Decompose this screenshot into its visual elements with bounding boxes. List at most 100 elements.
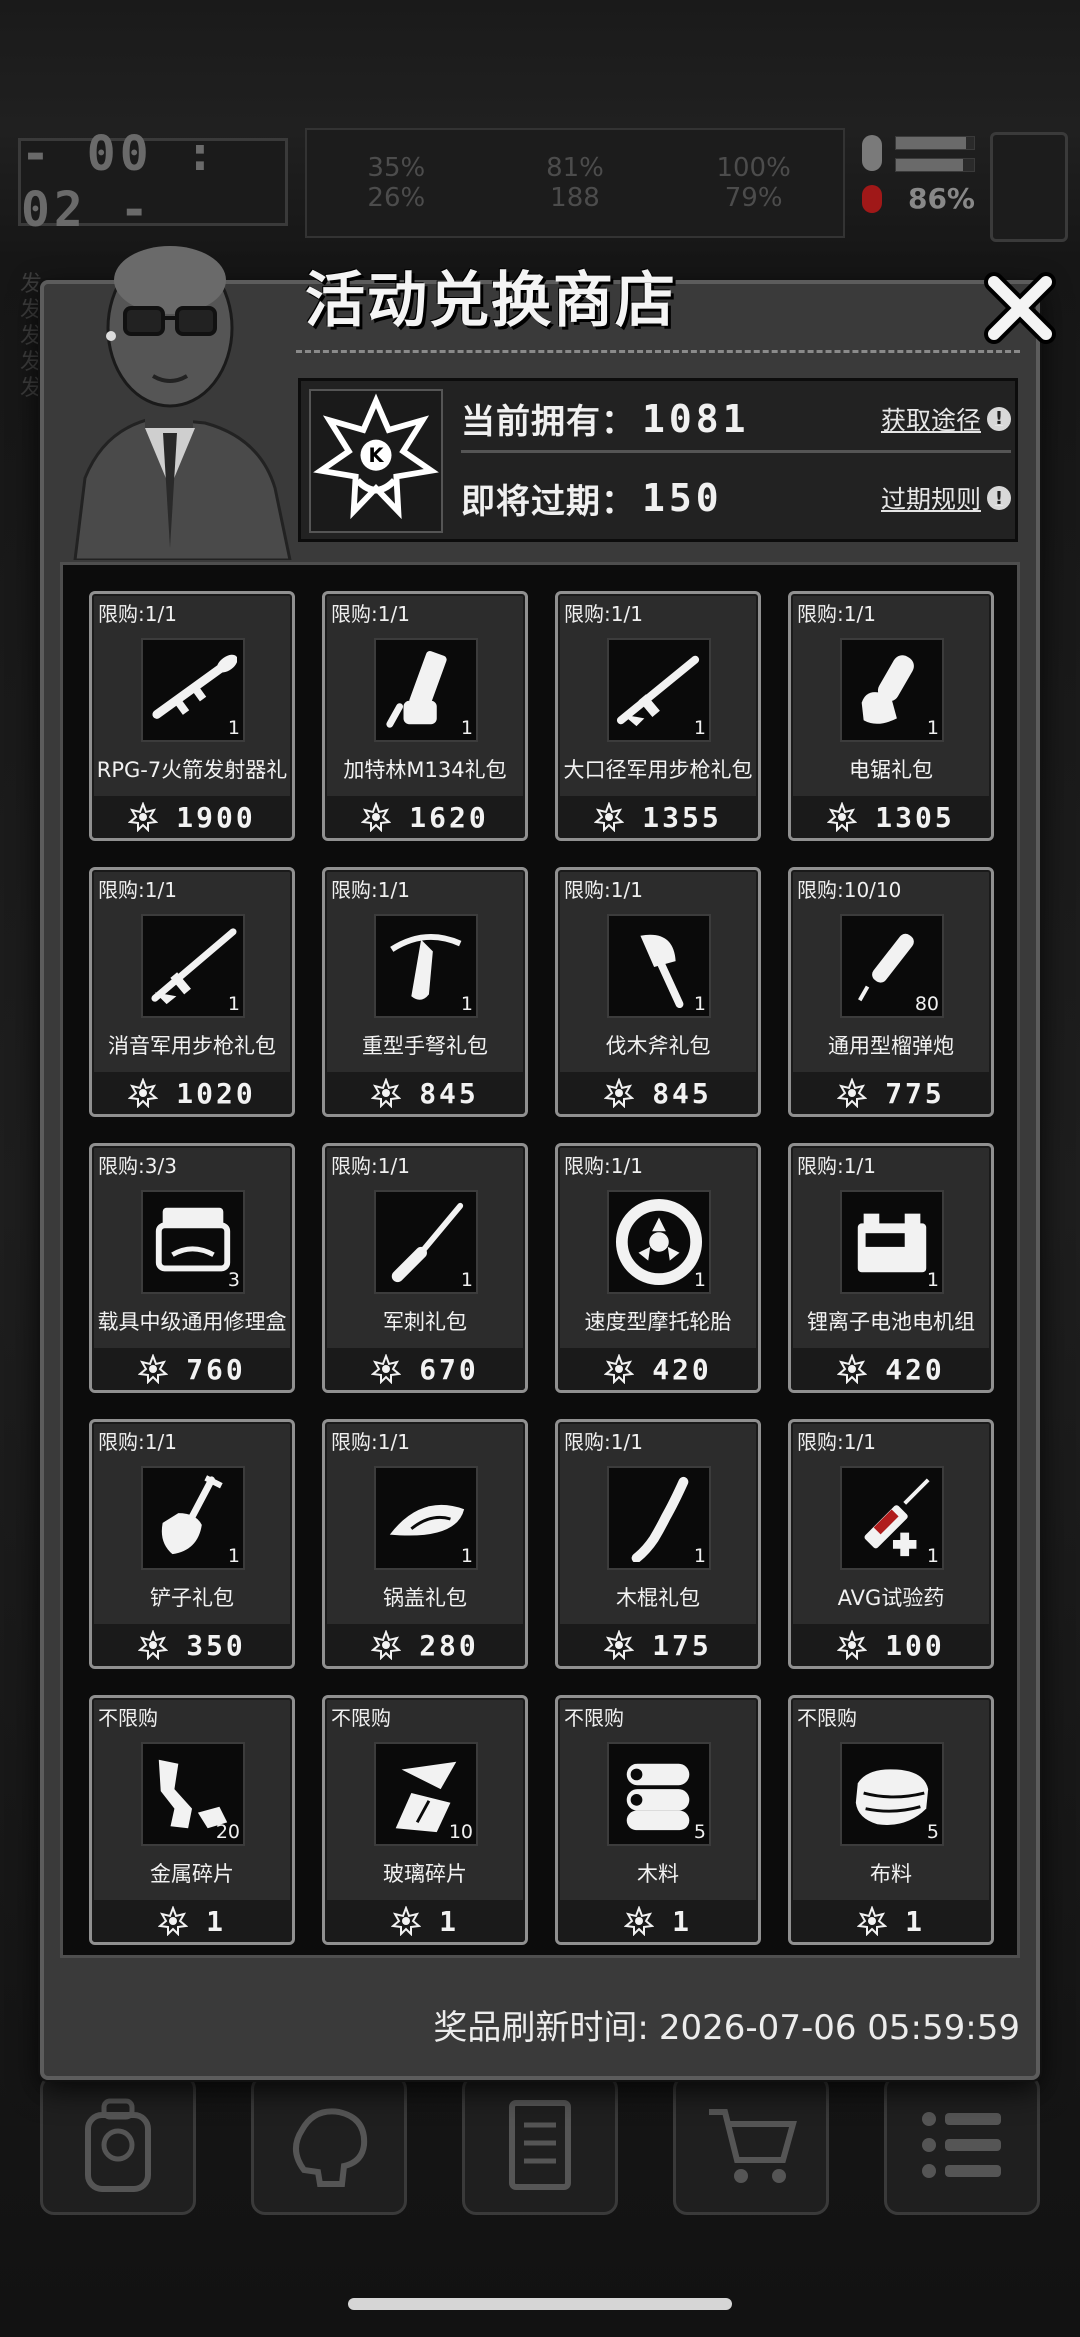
survival-stats-panel: 35% 81% 100% 26% 188 79% xyxy=(305,128,845,238)
purchase-limit: 限购:1/1 xyxy=(331,1154,410,1178)
owned-row: 当前拥有： 1081 获取途径! xyxy=(461,387,1011,453)
shop-item-card[interactable]: 限购:1/1 1 大口径军用步枪礼包 1355 xyxy=(555,591,761,841)
energy-percent: 86% xyxy=(907,182,975,215)
item-name: 消音军用步枪礼包 xyxy=(108,1034,276,1058)
phone-icon[interactable] xyxy=(990,132,1068,242)
nav-journal[interactable] xyxy=(462,2075,618,2215)
price-bar: 1305 xyxy=(791,796,991,838)
shop-item-card[interactable]: 限购:1/1 1 锅盖礼包 280 xyxy=(322,1419,528,1669)
price-bar: 845 xyxy=(558,1072,758,1114)
shop-item-card[interactable]: 限购:1/1 1 AVG试验药 100 xyxy=(788,1419,994,1669)
item-quantity: 1 xyxy=(693,717,706,739)
nav-menu[interactable] xyxy=(884,2075,1040,2215)
gatling-icon xyxy=(386,650,447,728)
event-token-icon xyxy=(857,1906,888,1936)
shop-item-card[interactable]: 限购:1/1 1 木棍礼包 175 xyxy=(555,1419,761,1669)
purchase-limit: 限购:1/1 xyxy=(564,878,643,902)
price-bar: 760 xyxy=(92,1348,292,1390)
price-bar: 1355 xyxy=(558,796,758,838)
item-quantity: 5 xyxy=(926,1821,939,1843)
info-icon: ! xyxy=(987,486,1011,510)
bottom-nav xyxy=(40,2075,1040,2215)
shop-item-card[interactable]: 限购:1/1 1 伐木斧礼包 845 xyxy=(555,867,761,1117)
owned-label: 当前拥有： xyxy=(461,402,636,442)
stat-value: 100% xyxy=(716,153,791,183)
item-icon-frame: 1 xyxy=(840,638,944,742)
nav-backpack[interactable] xyxy=(40,2075,196,2215)
energy-meter: 86% xyxy=(855,128,975,238)
rpg-icon xyxy=(152,654,237,719)
shop-item-card[interactable]: 限购:1/1 1 铲子礼包 350 xyxy=(89,1419,295,1669)
nav-skills[interactable] xyxy=(251,2075,407,2215)
obtain-methods-link[interactable]: 获取途径! xyxy=(881,401,1011,437)
event-token-icon xyxy=(391,1906,422,1936)
shop-item-card[interactable]: 限购:1/1 1 电锯礼包 1305 xyxy=(788,591,994,841)
wood-logs-icon xyxy=(626,1763,690,1831)
backpack-icon xyxy=(85,2098,151,2192)
axe-icon xyxy=(640,934,684,1009)
item-name: 载具中级通用修理盒 xyxy=(97,1310,287,1334)
purchase-limit: 不限购 xyxy=(564,1706,624,1730)
item-name: 木棍礼包 xyxy=(616,1586,700,1610)
item-icon-frame: 80 xyxy=(840,914,944,1018)
shop-item-card[interactable]: 限购:1/1 1 速度型摩托轮胎 420 xyxy=(555,1143,761,1393)
bayonet-icon xyxy=(391,1202,464,1283)
item-quantity: 1 xyxy=(693,993,706,1015)
shop-item-card[interactable]: 限购:1/1 1 锂离子电池电机组 420 xyxy=(788,1143,994,1393)
item-price: 350 xyxy=(186,1628,246,1662)
purchase-limit: 不限购 xyxy=(331,1706,391,1730)
event-token-icon: K xyxy=(313,393,439,520)
event-token-icon xyxy=(827,802,858,832)
shop-item-card[interactable]: 限购:10/10 80 通用型榴弹炮 775 xyxy=(788,867,994,1117)
shop-item-card[interactable]: 不限购 5 木料 1 xyxy=(555,1695,761,1945)
shop-item-card[interactable]: 限购:1/1 1 消音军用步枪礼包 1020 xyxy=(89,867,295,1117)
event-token-icon xyxy=(371,1630,402,1660)
home-indicator[interactable] xyxy=(348,2298,732,2310)
nav-shop[interactable] xyxy=(673,2075,829,2215)
item-price: 1 xyxy=(905,1904,925,1938)
cloth-icon xyxy=(855,1769,929,1825)
stat-value: 26% xyxy=(367,183,426,213)
expire-rules-link[interactable]: 过期规则! xyxy=(881,480,1011,516)
refresh-info: 奖品刷新时间: 2026-07-06 05:59:59 xyxy=(423,2000,1020,2049)
item-name: 速度型摩托轮胎 xyxy=(584,1310,732,1334)
stat-value: 35% xyxy=(367,153,426,183)
purchase-limit: 限购:1/1 xyxy=(331,878,410,902)
price-bar: 420 xyxy=(558,1348,758,1390)
price-bar: 670 xyxy=(325,1348,525,1390)
shop-item-card[interactable]: 不限购 10 玻璃碎片 1 xyxy=(322,1695,528,1945)
item-quantity: 1 xyxy=(460,1269,473,1291)
shop-item-card[interactable]: 限购:3/3 3 载具中级通用修理盒 760 xyxy=(89,1143,295,1393)
svg-text:K: K xyxy=(368,444,384,467)
item-icon-frame: 1 xyxy=(374,914,478,1018)
stat-value: 79% xyxy=(724,183,783,213)
shop-item-card[interactable]: 不限购 5 布料 1 xyxy=(788,1695,994,1945)
shop-item-card[interactable]: 限购:1/1 1 加特林M134礼包 1620 xyxy=(322,591,528,841)
item-grid: 限购:1/1 1 RPG-7火箭发射器礼 1900 限购:1/1 1 加特林M1… xyxy=(89,591,994,1945)
shop-item-card[interactable]: 不限购 20 金属碎片 1 xyxy=(89,1695,295,1945)
item-quantity: 1 xyxy=(460,717,473,739)
refresh-time: 2026-07-06 05:59:59 xyxy=(658,2008,1020,2048)
shop-item-card[interactable]: 限购:1/1 1 重型手弩礼包 845 xyxy=(322,867,528,1117)
repair-box-icon xyxy=(155,1207,231,1272)
item-icon-frame: 1 xyxy=(374,638,478,742)
silenced-rifle-icon xyxy=(151,928,237,1005)
item-name: 锅盖礼包 xyxy=(383,1586,467,1610)
game-timer: - 00 : 02 - xyxy=(18,126,288,238)
item-price: 1355 xyxy=(642,800,722,834)
event-token-icon xyxy=(837,1078,868,1108)
purchase-limit: 限购:1/1 xyxy=(797,1154,876,1178)
currency-panel: K 当前拥有： 1081 获取途径! 即将过期： 150 过期规则! xyxy=(298,378,1018,542)
syringe-icon xyxy=(864,1478,930,1557)
price-bar: 1 xyxy=(791,1900,991,1942)
item-quantity: 1 xyxy=(926,717,939,739)
brain-icon xyxy=(293,2108,368,2187)
shop-item-card[interactable]: 限购:1/1 1 军刺礼包 670 xyxy=(322,1143,528,1393)
item-icon-frame: 1 xyxy=(840,1466,944,1570)
close-icon[interactable] xyxy=(980,268,1060,348)
item-price: 1305 xyxy=(875,800,955,834)
refresh-label: 奖品刷新时间: xyxy=(433,2008,649,2048)
shop-item-card[interactable]: 限购:1/1 1 RPG-7火箭发射器礼 1900 xyxy=(89,591,295,841)
item-quantity: 3 xyxy=(227,1269,240,1291)
item-quantity: 1 xyxy=(227,993,240,1015)
